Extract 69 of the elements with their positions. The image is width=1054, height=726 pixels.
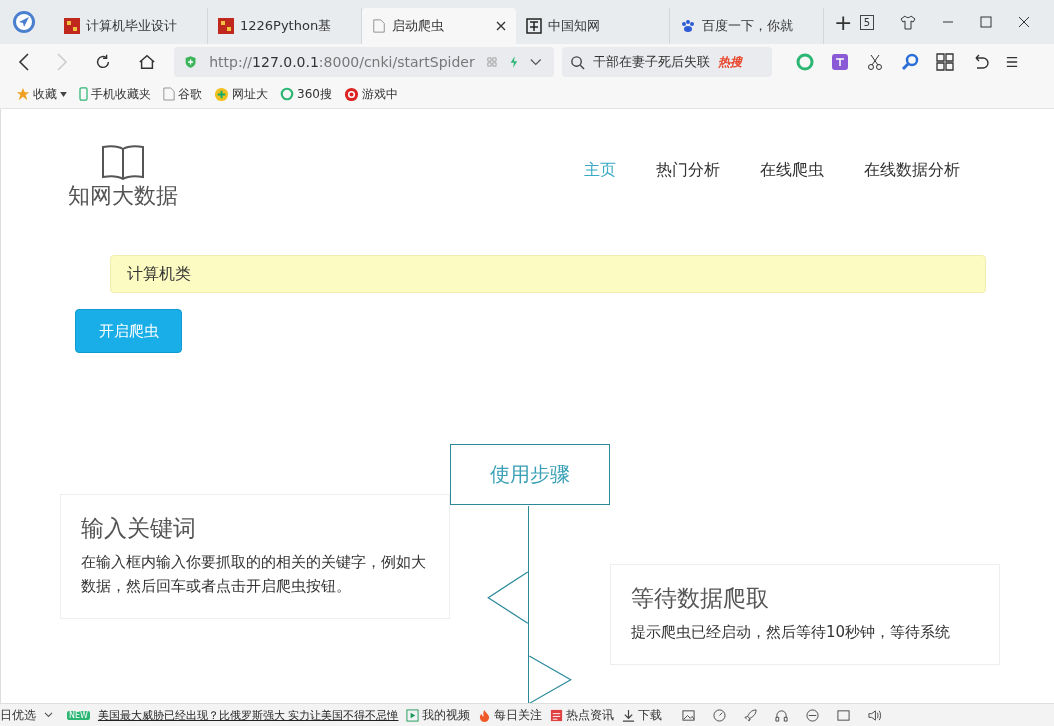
maximize-icon[interactable] [980, 16, 992, 28]
download-icon [622, 708, 636, 722]
flag-icon [218, 18, 234, 34]
step-title: 等待数据爬取 [631, 584, 770, 613]
close-icon[interactable] [496, 21, 506, 31]
grid-icon[interactable] [936, 53, 954, 71]
home-icon[interactable] [138, 53, 156, 71]
pointer-arrow-icon [487, 571, 529, 625]
speaker-icon[interactable] [868, 708, 882, 722]
play-icon [406, 708, 420, 722]
chevron-down-icon[interactable] [44, 711, 53, 719]
bookmark-item[interactable]: 手机收藏夹 [79, 85, 151, 103]
timeline-title: 使用步骤 [450, 444, 610, 506]
step-description: 在输入框内输入你要抓取的的相关的关键字，例如大数据，然后回车或者点击开启爬虫按钮。 [81, 552, 427, 597]
news-headline-link[interactable]: 美国最大威胁已经出现？比俄罗斯强大 实力让美国不得不忌惮 [97, 707, 399, 723]
shield-icon [184, 54, 198, 70]
phone-icon [79, 87, 88, 101]
square-logo-icon [526, 18, 542, 34]
search-icon[interactable] [901, 53, 919, 71]
globe-icon [214, 86, 229, 102]
nav-link[interactable]: 在线爬虫 [760, 160, 824, 211]
search-field[interactable]: 干部在妻子死后失联 热搜 [562, 47, 772, 77]
site-logo-text[interactable]: 知网大数据 [68, 181, 178, 211]
bookmark-item[interactable]: 收藏 [16, 85, 67, 103]
new-badge: NEW [67, 710, 90, 720]
reload-icon[interactable] [94, 53, 112, 71]
paw-icon [680, 18, 696, 34]
news-icon [550, 708, 564, 722]
book-icon [101, 143, 145, 181]
tab-count-badge[interactable]: 5 [859, 14, 874, 30]
page-icon [163, 87, 175, 101]
flag-icon [64, 18, 80, 34]
browser-tab[interactable]: 启动爬虫 [362, 8, 516, 44]
scissors-icon[interactable] [866, 53, 884, 71]
close-icon[interactable] [1018, 16, 1030, 28]
game-icon [343, 86, 359, 102]
ring-icon [280, 87, 294, 101]
caret-icon[interactable] [60, 91, 67, 97]
hot-search-label: 热搜 [718, 53, 742, 71]
keyword-input[interactable]: 计算机类 [110, 255, 986, 293]
status-bar-item[interactable]: 热点资讯 [550, 706, 615, 724]
step-title: 输入关键词 [81, 514, 197, 543]
speedometer-icon[interactable] [713, 708, 727, 722]
flame-icon [478, 708, 492, 722]
search-icon [570, 54, 585, 70]
bookmark-item[interactable]: 网址大 [214, 85, 268, 103]
status-bar-item[interactable]: 下载 [622, 706, 663, 724]
step-description: 提示爬虫已经启动，然后等待10秒钟，等待系统 [631, 622, 952, 643]
back-icon[interactable] [18, 52, 30, 72]
status-bar-item[interactable]: 每日关注 [478, 706, 543, 724]
chevron-down-icon[interactable] [530, 57, 542, 67]
address-field[interactable]: http://127.0.0.1:8000/cnki/startSpider [174, 47, 554, 77]
nav-link[interactable]: 热门分析 [656, 160, 720, 211]
bookmark-item[interactable]: 谷歌 [163, 85, 202, 103]
shirt-icon[interactable] [900, 14, 916, 30]
star-icon [16, 87, 30, 101]
status-text[interactable]: 日优选 [0, 706, 36, 724]
page-icon [372, 18, 386, 34]
new-tab-button[interactable]: + [834, 9, 853, 35]
bookmark-item[interactable]: 360搜 [280, 85, 332, 103]
bookmark-item[interactable]: 游戏中 [343, 85, 398, 103]
nav-link[interactable]: 在线数据分析 [864, 160, 960, 211]
status-bar-item[interactable]: 我的视频 [406, 706, 471, 724]
window-icon[interactable] [837, 708, 851, 722]
menu-icon[interactable] [1006, 55, 1018, 69]
headset-icon[interactable] [775, 708, 789, 722]
image-icon[interactable] [682, 708, 696, 722]
rocket-icon[interactable] [744, 708, 758, 722]
browser-logo-icon[interactable] [12, 10, 36, 34]
